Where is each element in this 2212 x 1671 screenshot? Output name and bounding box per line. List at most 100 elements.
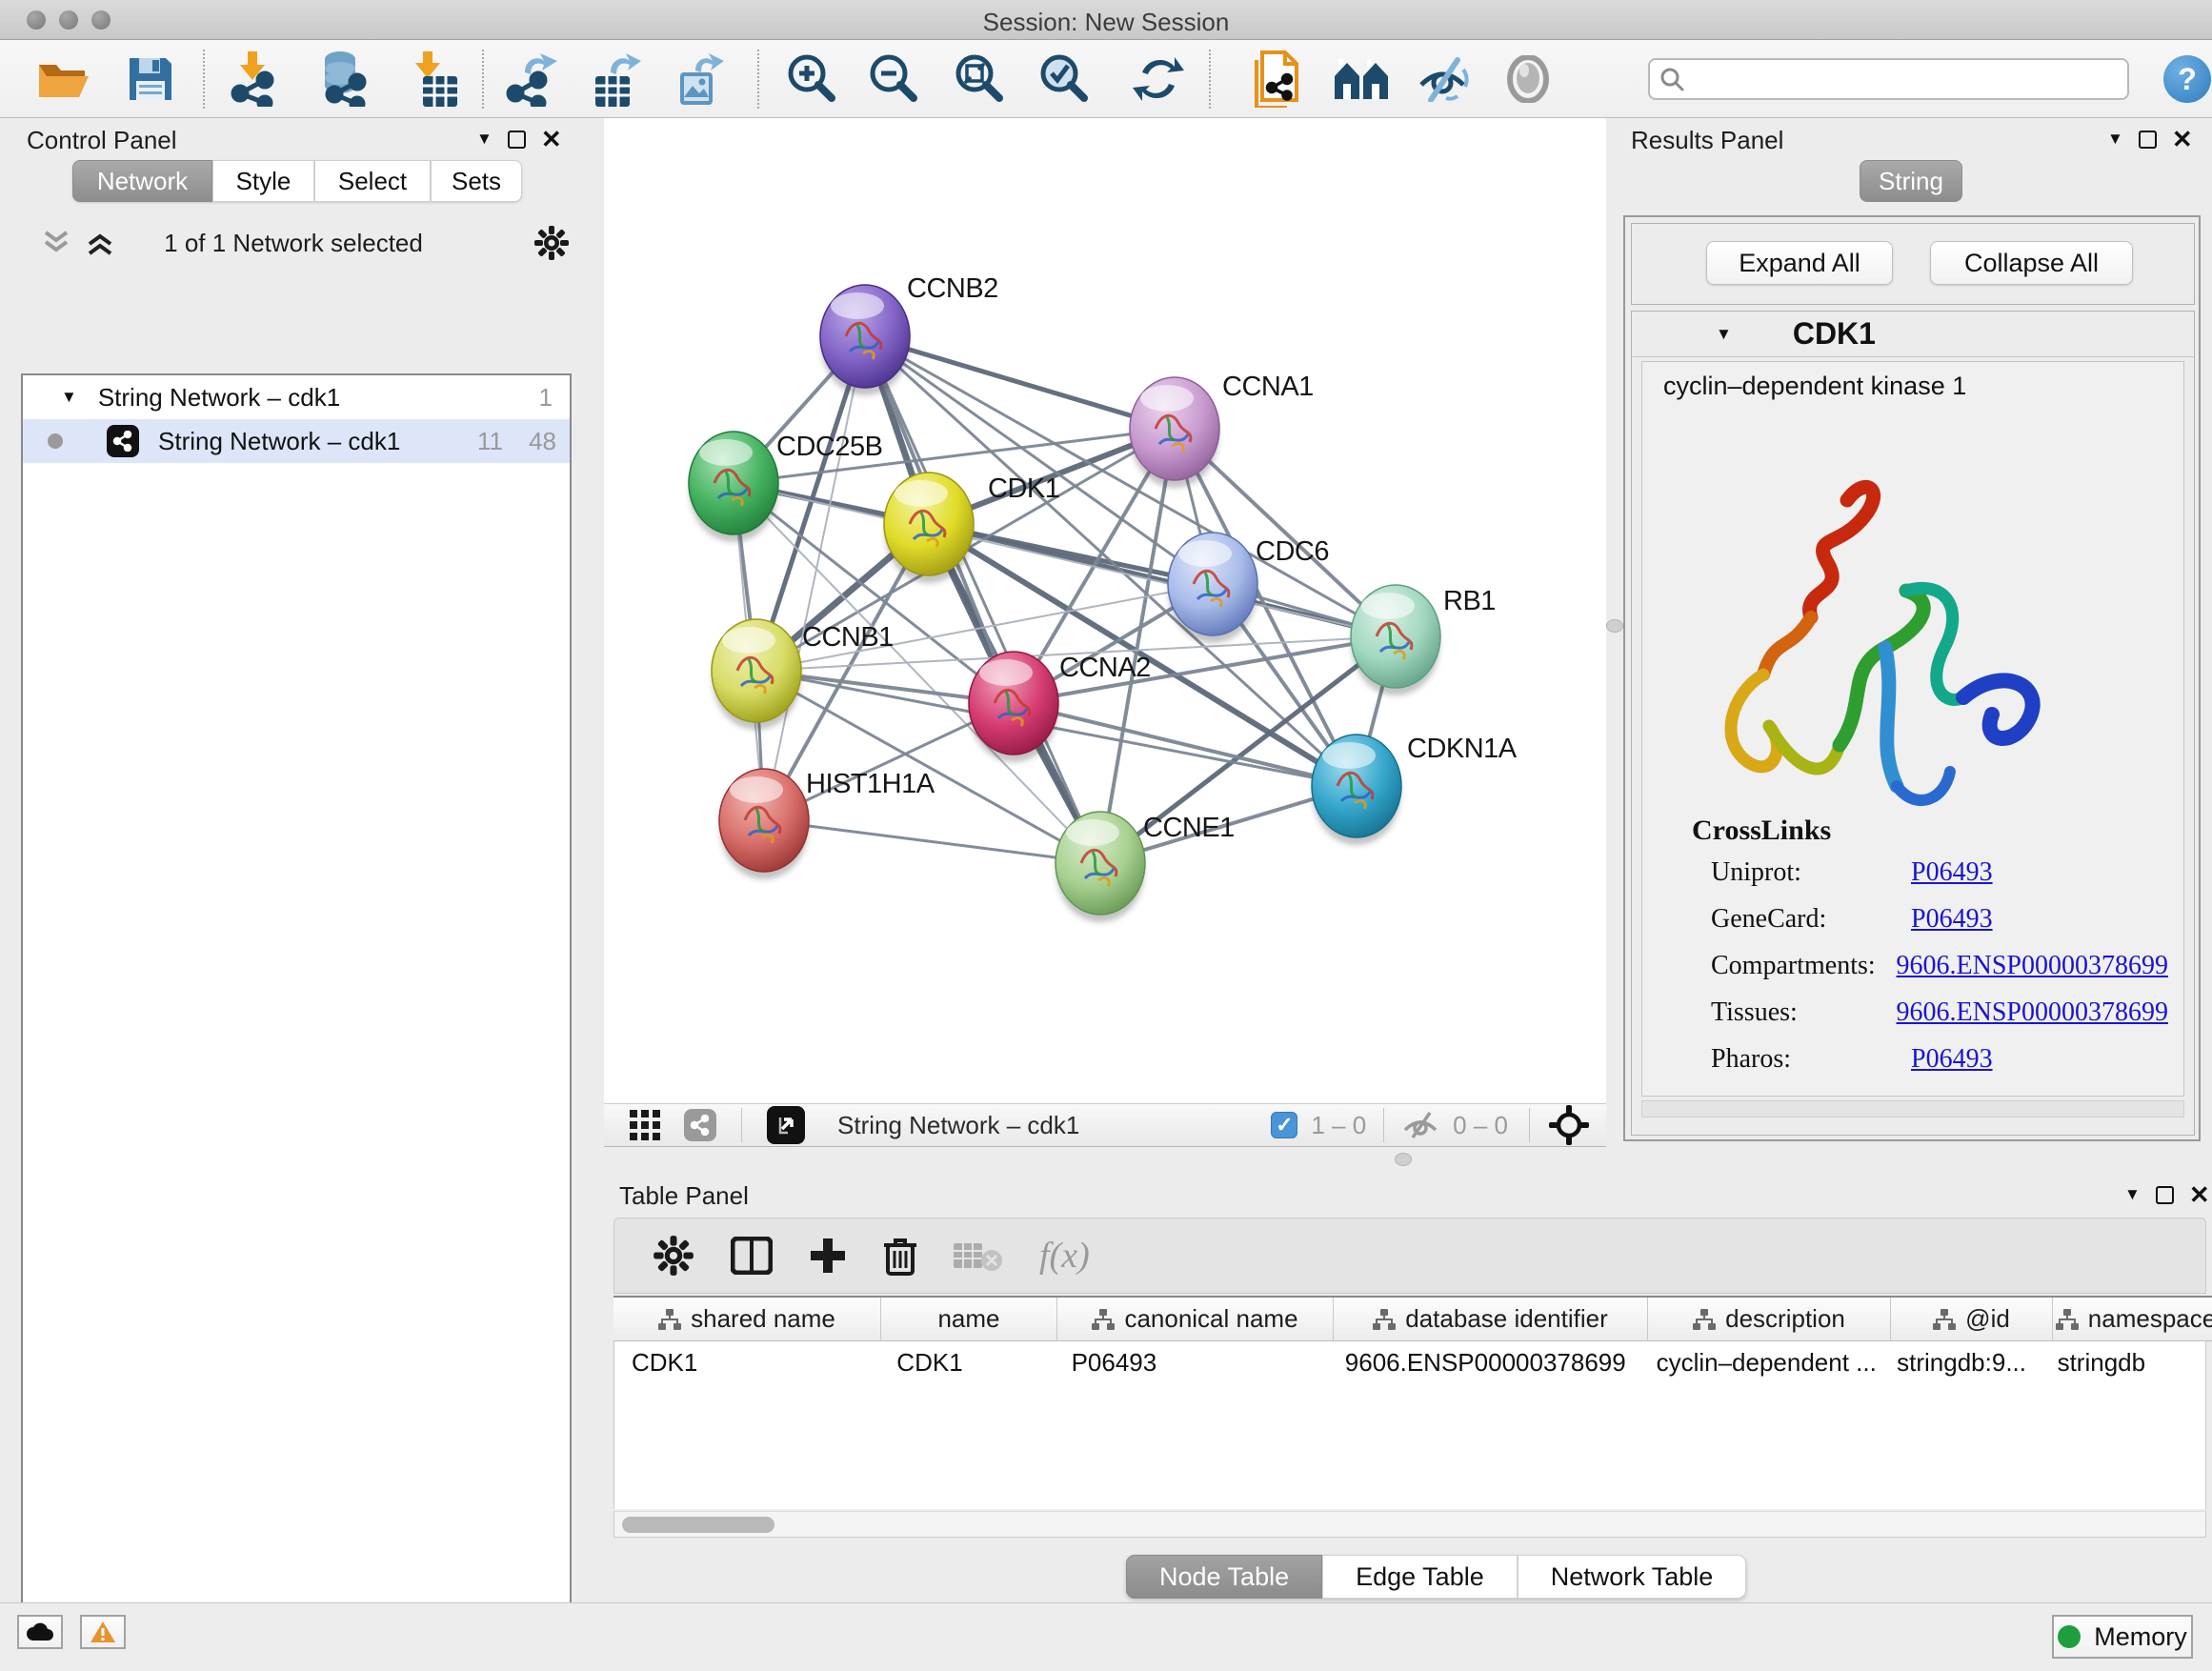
fit-content-crosshair-icon[interactable] bbox=[1549, 1105, 1589, 1145]
string-home-button[interactable] bbox=[1333, 50, 1390, 108]
column-header-shared-name[interactable]: shared name bbox=[613, 1298, 881, 1340]
table-cell[interactable]: stringdb bbox=[2041, 1341, 2205, 1383]
glass-ball-button[interactable] bbox=[1499, 50, 1557, 108]
column-header--id[interactable]: @id bbox=[1891, 1298, 2053, 1340]
import-network-database-button[interactable] bbox=[313, 50, 371, 108]
table-row[interactable]: CDK1CDK1P064939606.ENSP00000378699cyclin… bbox=[614, 1341, 2205, 1383]
tab-network-table[interactable]: Network Table bbox=[1518, 1555, 1747, 1599]
eye-slash-icon bbox=[1416, 56, 1471, 102]
section-expander-icon[interactable]: ▼ bbox=[1716, 325, 1732, 344]
edge-CCNB2-CCNA1[interactable] bbox=[865, 336, 1175, 429]
gene-section-header[interactable]: ▼ CDK1 bbox=[1632, 312, 2194, 357]
expand-all-icon[interactable] bbox=[86, 231, 114, 255]
warnings-button[interactable] bbox=[80, 1615, 126, 1649]
network-badge-gray-icon[interactable] bbox=[684, 1109, 716, 1141]
float-panel-icon[interactable] bbox=[2156, 1186, 2174, 1204]
close-panel-icon[interactable]: ✕ bbox=[2172, 130, 2193, 149]
add-column-icon[interactable] bbox=[809, 1237, 847, 1275]
expand-all-button[interactable]: Expand All bbox=[1706, 241, 1893, 285]
crosslink-link[interactable]: P06493 bbox=[1911, 1044, 1993, 1075]
node-CCNB1[interactable]: CCNB1 bbox=[712, 619, 894, 730]
show-columns-icon[interactable] bbox=[731, 1237, 773, 1275]
tab-edge-table[interactable]: Edge Table bbox=[1322, 1555, 1518, 1599]
crosslink-link[interactable]: 9606.ENSP00000378699 bbox=[1897, 951, 2168, 981]
tab-style[interactable]: Style bbox=[212, 160, 314, 202]
birdseye-view-button[interactable] bbox=[767, 1106, 805, 1144]
export-table-button[interactable] bbox=[587, 50, 644, 108]
scrollbar-thumb[interactable] bbox=[622, 1517, 774, 1533]
network-canvas[interactable]: CCNB2CCNA1CDC25BCDK1CDC6RB1CCNB1CCNA2CDK… bbox=[604, 118, 1606, 1103]
tab-string[interactable]: String bbox=[1860, 160, 1962, 202]
crosslink-link[interactable]: 9606.ENSP00000378699 bbox=[1897, 997, 2168, 1028]
network-node-count: 11 bbox=[477, 427, 503, 456]
search-input[interactable] bbox=[1648, 58, 2129, 100]
node-CCNE1[interactable]: CCNE1 bbox=[1056, 812, 1235, 922]
table-cell[interactable]: cyclin–dependent ... bbox=[1639, 1341, 1880, 1383]
network-collection-row[interactable]: ▼ String Network – cdk1 1 bbox=[23, 375, 570, 419]
column-header-description[interactable]: description bbox=[1648, 1298, 1891, 1340]
zoom-fit-button[interactable] bbox=[950, 50, 1007, 108]
crosslink-link[interactable]: P06493 bbox=[1911, 904, 1993, 935]
table-cell[interactable]: P06493 bbox=[1055, 1341, 1328, 1383]
table-cell[interactable]: CDK1 bbox=[614, 1341, 879, 1383]
tab-node-table[interactable]: Node Table bbox=[1126, 1555, 1322, 1599]
float-panel-icon[interactable] bbox=[508, 131, 526, 149]
delete-column-trash-icon[interactable] bbox=[883, 1236, 917, 1276]
tab-sets[interactable]: Sets bbox=[431, 160, 522, 202]
hidden-eye-icon[interactable] bbox=[1401, 1111, 1439, 1139]
edge-HIST1H1A-CCNE1[interactable] bbox=[764, 820, 1100, 863]
node-CDKN1A[interactable]: CDKN1A bbox=[1312, 734, 1518, 845]
collapse-all-button[interactable]: Collapse All bbox=[1930, 241, 2133, 285]
table-horizontal-scrollbar[interactable] bbox=[613, 1511, 2206, 1538]
table-cell[interactable]: 9606.ENSP00000378699 bbox=[1328, 1341, 1639, 1383]
column-header-canonical-name[interactable]: canonical name bbox=[1057, 1298, 1334, 1340]
results-scrollbar[interactable] bbox=[1641, 1100, 2184, 1117]
table-cell[interactable]: stringdb:9... bbox=[1880, 1341, 2040, 1383]
zoom-out-button[interactable] bbox=[864, 50, 921, 108]
node-HIST1H1A[interactable]: HIST1H1A bbox=[719, 769, 935, 879]
float-panel-icon[interactable] bbox=[2139, 131, 2157, 149]
gene-name: CDK1 bbox=[1793, 316, 1876, 352]
cloud-button[interactable] bbox=[17, 1615, 63, 1649]
tab-network[interactable]: Network bbox=[72, 160, 212, 202]
table-settings-gear-icon[interactable] bbox=[653, 1235, 694, 1277]
selected-nodes-checkbox[interactable]: ✓ bbox=[1271, 1112, 1297, 1138]
collapse-panel-icon[interactable]: ▼ bbox=[2107, 130, 2123, 149]
node-RB1[interactable]: RB1 bbox=[1351, 585, 1496, 695]
zoom-in-button[interactable] bbox=[782, 50, 839, 108]
network-options-gear-icon[interactable] bbox=[533, 225, 570, 261]
string-import-button[interactable] bbox=[1248, 50, 1305, 108]
column-header-database-identifier[interactable]: database identifier bbox=[1334, 1298, 1648, 1340]
node-CDK1[interactable]: CDK1 bbox=[884, 473, 1059, 583]
network-row[interactable]: String Network – cdk1 11 48 bbox=[23, 419, 570, 463]
apply-layout-button[interactable] bbox=[1130, 50, 1187, 108]
close-panel-icon[interactable]: ✕ bbox=[2189, 1185, 2210, 1204]
export-image-button[interactable] bbox=[670, 50, 727, 108]
crosslink-link[interactable]: P06493 bbox=[1911, 857, 1993, 888]
export-network-button[interactable] bbox=[503, 50, 560, 108]
open-session-button[interactable] bbox=[34, 50, 91, 108]
help-button[interactable]: ? bbox=[2163, 55, 2211, 103]
table-cell[interactable]: CDK1 bbox=[879, 1341, 1054, 1383]
save-session-button[interactable] bbox=[122, 50, 179, 108]
import-table-button[interactable] bbox=[405, 50, 462, 108]
network-list: ▼ String Network – cdk1 1 String Network… bbox=[21, 373, 572, 1671]
edge-CCNB2-HIST1H1A[interactable] bbox=[764, 336, 865, 820]
network-graph[interactable]: CCNB2CCNA1CDC25BCDK1CDC6RB1CCNB1CCNA2CDK… bbox=[604, 118, 1606, 1103]
horizontal-splitter-handle[interactable] bbox=[1395, 1153, 1412, 1166]
tree-expander-icon[interactable]: ▼ bbox=[61, 388, 77, 407]
column-header-namespace[interactable]: namespace bbox=[2053, 1298, 2212, 1340]
memory-button[interactable]: Memory bbox=[2052, 1615, 2193, 1659]
collapse-panel-icon[interactable]: ▼ bbox=[2124, 1185, 2141, 1204]
grid-view-icon[interactable] bbox=[629, 1109, 661, 1141]
close-panel-icon[interactable]: ✕ bbox=[541, 130, 562, 149]
collapse-panel-icon[interactable]: ▼ bbox=[476, 130, 493, 149]
import-network-file-button[interactable] bbox=[224, 50, 281, 108]
node-CDC6[interactable]: CDC6 bbox=[1168, 533, 1329, 643]
collapse-all-icon[interactable] bbox=[42, 231, 70, 255]
zoom-selected-button[interactable] bbox=[1035, 50, 1092, 108]
column-header-name[interactable]: name bbox=[881, 1298, 1057, 1340]
hide-labels-button[interactable] bbox=[1415, 50, 1472, 108]
tab-select[interactable]: Select bbox=[314, 160, 431, 202]
node-CCNA2[interactable]: CCNA2 bbox=[969, 652, 1151, 762]
